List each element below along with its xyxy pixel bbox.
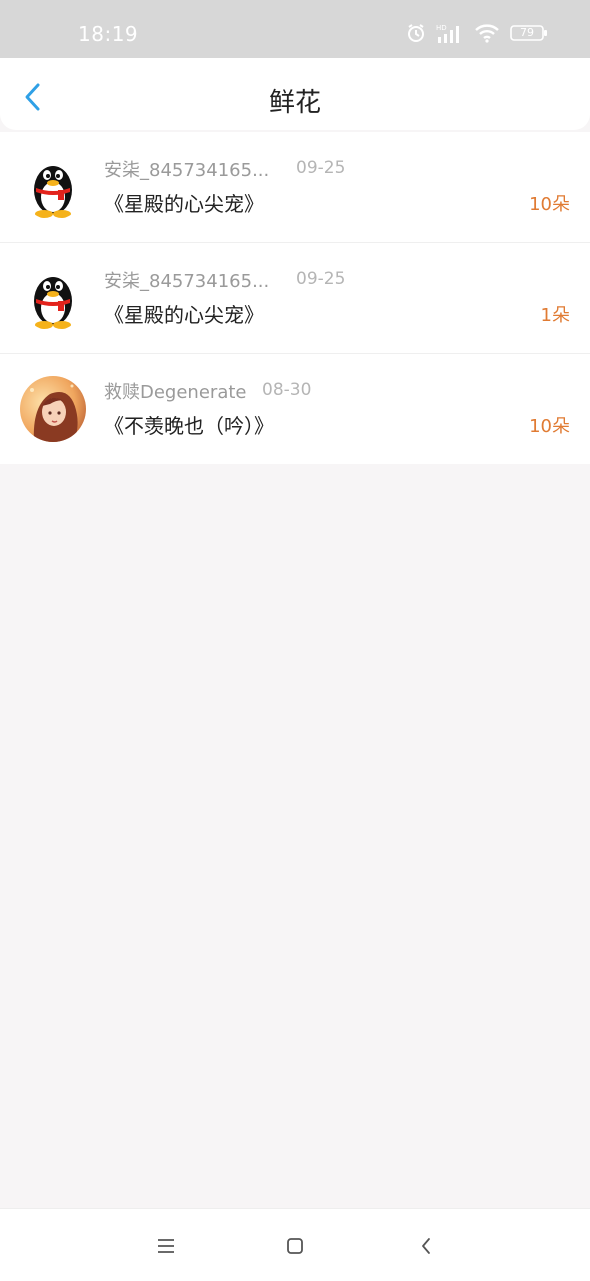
gift-date: 08-30	[262, 380, 312, 400]
status-bar: 18:19 HD 79	[0, 0, 590, 58]
book-title: 《星殿的心尖宠》	[104, 192, 264, 216]
giver-name: 救赎Degenerate	[104, 382, 247, 403]
status-time: 18:19	[78, 22, 139, 46]
avatar[interactable]	[20, 376, 86, 442]
page-title: 鲜花	[268, 88, 321, 118]
chevron-left-icon	[422, 1238, 430, 1254]
menu-icon	[158, 1239, 174, 1253]
flower-count: 10朵	[529, 194, 570, 215]
battery-icon: 79	[510, 24, 548, 42]
gift-date: 09-25	[296, 158, 346, 178]
giver-name: 安柒_845734165...	[104, 160, 270, 181]
status-icons: HD 79	[406, 23, 548, 43]
battery-level: 79	[520, 26, 534, 39]
menu-button[interactable]	[153, 1233, 179, 1259]
qq-penguin-icon	[20, 265, 86, 331]
flower-list: 安柒_845734165... 09-25 《星殿的心尖宠》 10朵 安柒_84…	[0, 132, 590, 464]
qq-penguin-icon	[20, 154, 86, 220]
list-item[interactable]: 救赎Degenerate 08-30 《不羡晚也（吟）》 10朵	[0, 354, 590, 464]
list-item[interactable]: 安柒_845734165... 09-25 《星殿的心尖宠》 10朵	[0, 132, 590, 243]
header: 鲜花	[0, 58, 590, 130]
svg-text:HD: HD	[436, 24, 447, 32]
alarm-icon	[406, 23, 426, 43]
list-item[interactable]: 安柒_845734165... 09-25 《星殿的心尖宠》 1朵	[0, 243, 590, 354]
book-title: 《星殿的心尖宠》	[104, 303, 264, 327]
avatar[interactable]	[20, 154, 86, 220]
home-button[interactable]	[282, 1233, 308, 1259]
nav-back-button[interactable]	[413, 1233, 439, 1259]
book-title: 《不羡晚也（吟）》	[104, 414, 274, 438]
home-square-icon	[287, 1238, 303, 1254]
signal-icon: HD	[436, 23, 464, 43]
gift-date: 09-25	[296, 269, 346, 289]
avatar[interactable]	[20, 265, 86, 331]
giver-name: 安柒_845734165...	[104, 271, 270, 292]
anime-girl-avatar	[20, 376, 86, 442]
wifi-icon	[474, 23, 500, 43]
system-nav-bar	[0, 1208, 590, 1281]
flower-count: 1朵	[540, 305, 570, 326]
flower-count: 10朵	[529, 416, 570, 437]
